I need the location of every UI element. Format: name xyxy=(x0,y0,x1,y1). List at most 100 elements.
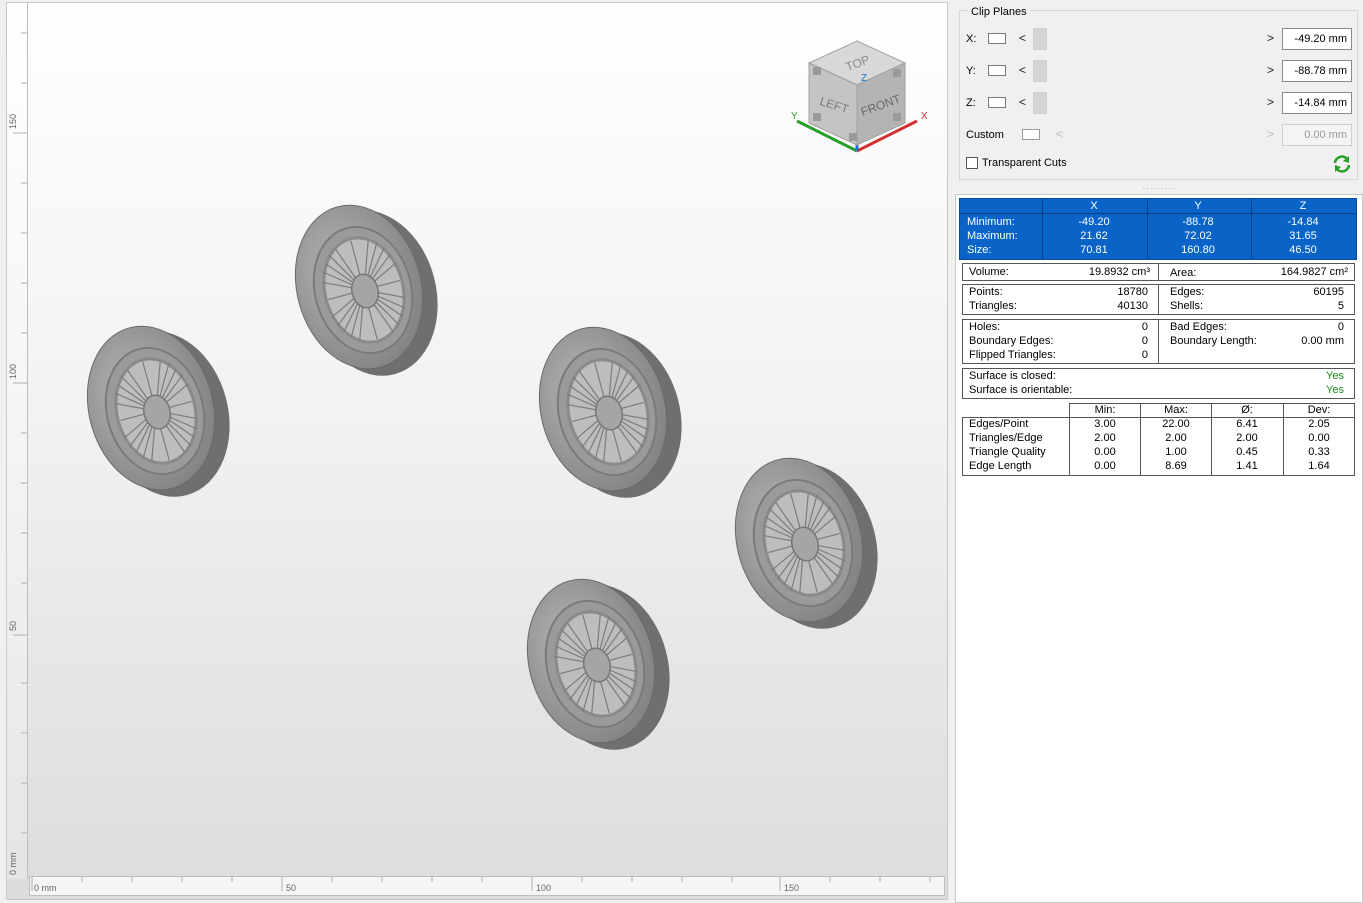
stats-cell: 2.00 xyxy=(1094,432,1116,444)
ruler-label-100: 100 xyxy=(536,883,552,893)
clip-custom-toggle[interactable] xyxy=(1022,129,1040,140)
holes-label: Holes: xyxy=(969,321,1001,333)
transparent-cuts-box[interactable] xyxy=(966,157,978,169)
surface-box: Surface is closed: Yes Surface is orient… xyxy=(962,368,1355,399)
stats-header-dev: Dev: xyxy=(1307,404,1331,416)
stats-cell: 2.00 xyxy=(1236,432,1258,444)
wheel-model-3[interactable] xyxy=(520,311,702,514)
x-axis-label: X xyxy=(921,111,928,122)
ruler-label-0mm: 0 mm xyxy=(34,883,57,893)
clip-y-slider-thumb[interactable] xyxy=(1033,60,1047,82)
triangles-label: Triangles: xyxy=(969,300,1017,312)
stats-row-label: Edge Length xyxy=(969,460,1032,472)
wheel-model-4[interactable] xyxy=(716,442,898,645)
clip-y-label: Y: xyxy=(966,65,976,77)
clip-row-x: X: < > -49.20 mm xyxy=(960,27,1359,51)
surface-orientable-label: Surface is orientable: xyxy=(969,384,1073,396)
panel-splitter-handle[interactable]: ········· xyxy=(955,185,1363,194)
bad-edges-label: Bad Edges: xyxy=(1170,321,1227,333)
properties-panel: Clip Planes X: < > -49.20 mm Y: < > -88.… xyxy=(955,0,1363,903)
mesh-statistics-table: Min: Max: Ø: Dev: Edges/Point 3.00 22.00… xyxy=(962,403,1355,476)
clip-x-value-field[interactable]: -49.20 mm xyxy=(1282,28,1352,50)
wheel-model-5[interactable] xyxy=(508,563,690,766)
bbox-cell: -49.20 xyxy=(1078,216,1110,228)
stats-header-avg: Ø: xyxy=(1241,404,1253,416)
clip-y-decrease-arrow[interactable]: < xyxy=(1019,63,1026,77)
clip-z-slider[interactable] xyxy=(1033,92,1259,114)
clip-custom-decrease-arrow: < xyxy=(1056,127,1064,141)
bbox-cell: 160.80 xyxy=(1181,244,1215,256)
view-cube[interactable]: TOP LEFT FRONT Z Y X xyxy=(787,33,937,163)
y-axis-label: Y xyxy=(791,111,798,122)
area-value: 164.9827 cm² xyxy=(1280,266,1348,278)
holes-value: 0 xyxy=(1141,321,1148,333)
clip-planes-title: Clip Planes xyxy=(968,6,1030,18)
bbox-header-y: Y xyxy=(1194,200,1202,212)
clip-z-label: Z: xyxy=(966,97,976,109)
clip-x-toggle[interactable] xyxy=(988,33,1006,44)
stats-header-max: Max: xyxy=(1164,404,1188,416)
stats-row-label: Triangles/Edge xyxy=(969,432,1043,444)
clip-x-label: X: xyxy=(966,33,977,45)
volume-area-box: Volume: 19.8932 cm³ Area: 164.9827 cm² xyxy=(962,263,1355,281)
surface-closed-label: Surface is closed: xyxy=(969,370,1056,382)
clip-y-toggle[interactable] xyxy=(988,65,1006,76)
clip-z-value-field[interactable]: -14.84 mm xyxy=(1282,92,1352,114)
clip-z-slider-thumb[interactable] xyxy=(1033,92,1047,114)
bbox-cell: 72.02 xyxy=(1184,230,1212,242)
horizontal-ruler-ticks xyxy=(31,877,931,891)
bbox-row-label: Minimum: xyxy=(967,216,1015,228)
boundary-edges-label: Boundary Edges: xyxy=(969,335,1054,347)
errors-box: Holes: 0 Boundary Edges: 0 Flipped Trian… xyxy=(962,319,1355,364)
volume-value: 19.8932 cm³ xyxy=(1088,266,1150,278)
z-axis-label: Z xyxy=(861,73,867,84)
clip-y-value-field[interactable]: -88.78 mm xyxy=(1282,60,1352,82)
triangles-value: 40130 xyxy=(1117,300,1148,312)
clip-row-y: Y: < > -88.78 mm xyxy=(960,59,1359,83)
clip-custom-label: Custom xyxy=(966,129,1004,141)
points-label: Points: xyxy=(969,286,1003,298)
clip-y-slider[interactable] xyxy=(1033,60,1259,82)
stats-cell: 1.64 xyxy=(1308,460,1330,472)
clip-z-decrease-arrow[interactable]: < xyxy=(1019,95,1026,109)
ruler-label-50: 50 xyxy=(286,883,297,893)
clip-x-slider[interactable] xyxy=(1033,28,1259,50)
bbox-header-x: X xyxy=(1090,200,1098,212)
ruler-label-150: 150 xyxy=(784,883,800,893)
transparent-cuts-label[interactable]: Transparent Cuts xyxy=(982,157,1067,169)
clip-z-increase-arrow[interactable]: > xyxy=(1267,95,1274,109)
wheel-model-2[interactable] xyxy=(276,189,458,392)
refresh-icon[interactable] xyxy=(1332,154,1352,174)
area-label: Area: xyxy=(1170,267,1197,279)
wheel-model-1[interactable] xyxy=(68,310,250,513)
shells-value: 5 xyxy=(1337,300,1344,312)
clip-planes-group: Clip Planes X: < > -49.20 mm Y: < > -88.… xyxy=(959,6,1359,180)
3d-viewport[interactable]: 150 100 50 0 mm TOP LEFT FRONT Z Y X 0 m… xyxy=(6,2,948,900)
shells-label: Shells: xyxy=(1170,300,1204,312)
stats-cell: 0.33 xyxy=(1308,446,1330,458)
bbox-row-label: Size: xyxy=(967,244,992,256)
volume-label: Volume: xyxy=(969,266,1009,278)
boundary-edges-value: 0 xyxy=(1141,335,1148,347)
stats-cell: 8.69 xyxy=(1165,460,1187,472)
clip-y-increase-arrow[interactable]: > xyxy=(1267,63,1274,77)
bbox-cell: 70.81 xyxy=(1080,244,1108,256)
clip-z-toggle[interactable] xyxy=(988,97,1006,108)
points-value: 18780 xyxy=(1117,286,1148,298)
stats-cell: 1.00 xyxy=(1165,446,1187,458)
bbox-cell: 46.50 xyxy=(1289,244,1317,256)
clip-row-z: Z: < > -14.84 mm xyxy=(960,91,1359,115)
stats-row-label: Edges/Point xyxy=(969,418,1029,430)
clip-x-slider-thumb[interactable] xyxy=(1033,28,1047,50)
bbox-cell: 21.62 xyxy=(1080,230,1108,242)
stats-cell: 0.45 xyxy=(1236,446,1258,458)
stats-cell: 0.00 xyxy=(1094,446,1116,458)
stats-cell: 2.00 xyxy=(1165,432,1187,444)
bbox-cell: 31.65 xyxy=(1289,230,1317,242)
clip-x-decrease-arrow[interactable]: < xyxy=(1019,31,1026,45)
stats-cell: 1.41 xyxy=(1236,460,1258,472)
stats-cell: 6.41 xyxy=(1236,418,1258,430)
edges-value: 60195 xyxy=(1313,286,1344,298)
bbox-cell: -14.84 xyxy=(1287,216,1319,228)
clip-x-increase-arrow[interactable]: > xyxy=(1267,31,1274,45)
